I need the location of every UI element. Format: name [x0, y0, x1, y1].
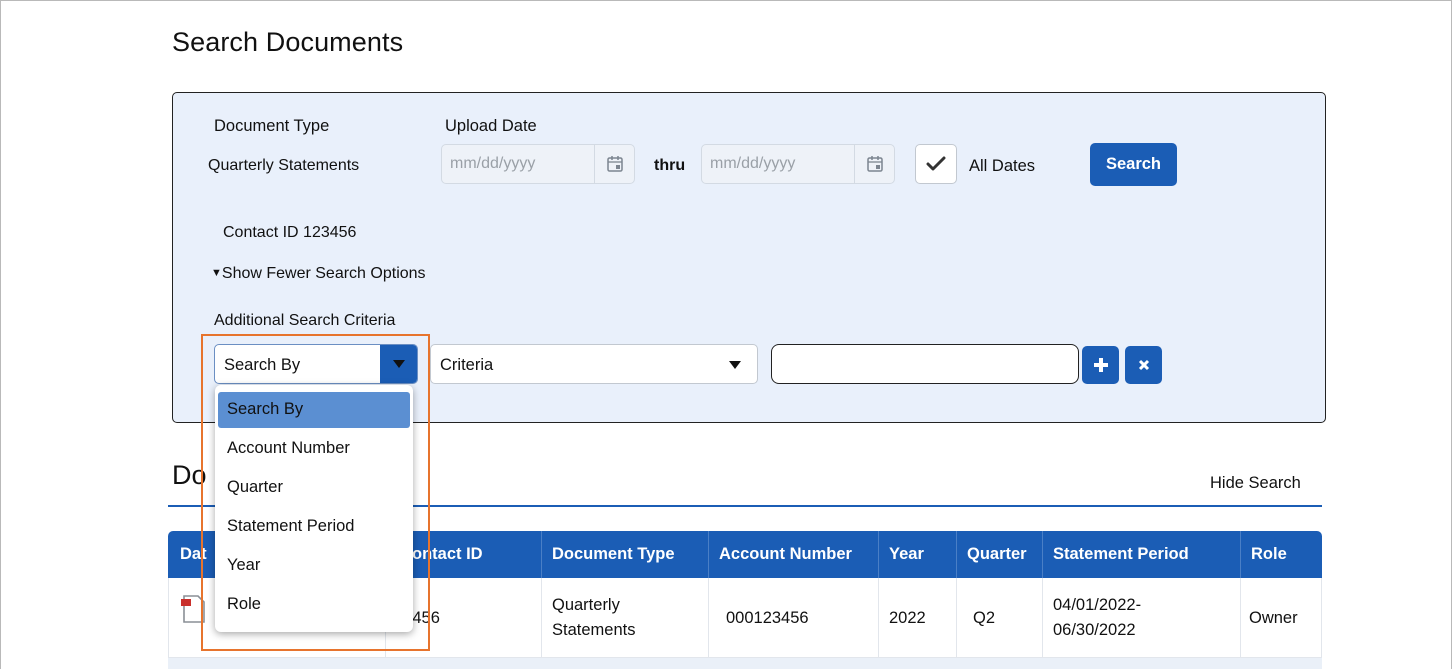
add-criteria-button[interactable] [1082, 346, 1119, 384]
search-by-dropdown-menu: Search By Account Number Quarter Stateme… [215, 385, 413, 632]
calendar-icon[interactable] [854, 145, 894, 183]
cell-quarter: Q2 [956, 578, 1042, 658]
search-by-select[interactable]: Search By [214, 344, 418, 384]
column-header-year[interactable]: Year [878, 531, 956, 578]
from-date-placeholder: mm/dd/yyyy [450, 155, 536, 172]
remove-criteria-button[interactable] [1125, 346, 1162, 384]
cell-document-type: Quarterly Statements [541, 578, 708, 658]
cell-account-number: 000123456 [708, 578, 878, 658]
cell-year: 2022 [878, 578, 956, 658]
contact-id-value: 123456 [303, 224, 357, 241]
show-fewer-options-toggle[interactable]: ▼Show Fewer Search Options [211, 265, 426, 283]
close-icon [1138, 359, 1149, 371]
pdf-file-icon[interactable] [181, 594, 207, 624]
search-button[interactable]: Search [1090, 143, 1177, 186]
all-dates-checkbox[interactable] [915, 144, 957, 184]
cell-statement-period: 04/01/2022- 06/30/2022 [1042, 578, 1240, 658]
document-type-value: Quarterly Statements [208, 157, 360, 174]
cell-role: Owner [1240, 578, 1322, 658]
contact-id-label: Contact ID 123456 [223, 224, 357, 241]
show-fewer-options-text: Show Fewer Search Options [221, 265, 426, 282]
column-header-statement-period[interactable]: Statement Period [1042, 531, 1240, 578]
document-type-label: Document Type [214, 117, 330, 135]
plus-icon [1093, 358, 1108, 372]
documents-section-title: Do [172, 460, 207, 490]
table-row[interactable] [168, 658, 1322, 669]
from-date-input[interactable]: mm/dd/yyyy [441, 144, 635, 184]
search-by-value: Search By [224, 356, 301, 374]
window-border-left [0, 0, 1, 669]
dropdown-option-year[interactable]: Year [218, 548, 410, 584]
additional-criteria-label: Additional Search Criteria [214, 312, 396, 329]
window-border-top [0, 0, 1452, 1]
to-date-input[interactable]: mm/dd/yyyy [701, 144, 895, 184]
column-header-quarter[interactable]: Quarter [956, 531, 1042, 578]
criteria-text-input[interactable] [771, 344, 1079, 384]
criteria-select[interactable]: Criteria [430, 344, 758, 384]
thru-label: thru [654, 157, 686, 174]
to-date-placeholder: mm/dd/yyyy [710, 155, 796, 172]
chevron-down-icon[interactable] [380, 345, 417, 383]
hide-search-link[interactable]: Hide Search [1210, 474, 1301, 493]
caret-down-icon: ▼ [211, 267, 222, 279]
upload-date-label: Upload Date [445, 117, 537, 135]
dropdown-option-quarter[interactable]: Quarter [218, 470, 410, 506]
calendar-icon[interactable] [594, 145, 634, 183]
dropdown-option-statement-period[interactable]: Statement Period [218, 509, 410, 545]
page-title: Search Documents [172, 27, 404, 57]
search-panel: Document Type Quarterly Statements Uploa… [172, 92, 1326, 423]
all-dates-label: All Dates [969, 157, 1036, 175]
dropdown-option-role[interactable]: Role [218, 587, 410, 623]
dropdown-option-account-number[interactable]: Account Number [218, 431, 410, 467]
column-header-document-type[interactable]: Document Type [541, 531, 708, 578]
criteria-value: Criteria [440, 356, 494, 374]
checkmark-icon [926, 156, 946, 171]
column-header-account-number[interactable]: Account Number [708, 531, 878, 578]
dropdown-option-search-by[interactable]: Search By [218, 392, 410, 428]
column-header-role[interactable]: Role [1240, 531, 1322, 578]
chevron-down-icon [729, 361, 741, 369]
